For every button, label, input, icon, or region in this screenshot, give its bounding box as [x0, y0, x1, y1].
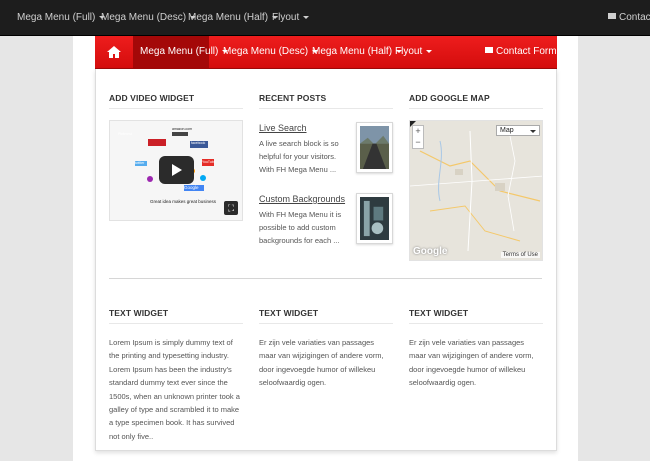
top-navbar: Mega Menu (Full) Mega Menu (Desc) Mega M…: [0, 0, 650, 36]
facebook-label: facebook: [191, 141, 206, 145]
text-widget-title: TEXT WIDGET: [409, 308, 469, 318]
menu-item-mega-desc[interactable]: Mega Menu (Desc): [223, 46, 319, 57]
map-tiles: [410, 121, 542, 252]
title-underline: [409, 323, 543, 324]
map-type-select[interactable]: Map: [496, 125, 540, 136]
envelope-icon: [485, 47, 493, 54]
fullscreen-icon[interactable]: ⛶: [224, 201, 238, 215]
caret-down-icon: [426, 49, 433, 53]
post-excerpt: With FH Mega Menu it is possible to add …: [259, 210, 342, 245]
post-link-custom-backgrounds[interactable]: Custom Backgrounds: [259, 194, 345, 204]
post-excerpt: A live search block is so helpful for yo…: [259, 139, 339, 174]
twitter-label: twitter: [135, 161, 145, 165]
caret-down-icon: [303, 15, 310, 19]
home-icon: [107, 46, 121, 58]
caret-down-icon: [560, 49, 567, 53]
title-underline: [259, 323, 393, 324]
play-icon[interactable]: [159, 156, 194, 184]
text-widget-body: Er zijn vele variaties van passages maar…: [409, 338, 534, 388]
pinterest-label: Pinterest: [118, 132, 132, 136]
map-type-label: Map: [500, 127, 514, 134]
menu-item-contact-form[interactable]: Contact Form: [485, 46, 567, 57]
post-thumbnail-background[interactable]: [356, 193, 393, 244]
menu-label: Flyout: [395, 46, 423, 57]
post-link-live-search[interactable]: Live Search: [259, 123, 307, 133]
menu-label: Mega Menu (Full): [140, 46, 219, 57]
panel-divider: [109, 278, 542, 279]
menu-item-flyout[interactable]: Flyout: [395, 46, 433, 57]
title-underline: [259, 108, 393, 109]
menu-label: Mega Menu (Desc): [223, 46, 309, 57]
text-widget-body: Er zijn vele variaties van passages maar…: [259, 338, 384, 388]
top-nav-label: Mega Menu (Half): [188, 12, 269, 23]
map-terms-link[interactable]: Terms of Use: [500, 252, 540, 258]
menu-item-mega-half[interactable]: Mega Menu (Half): [312, 46, 403, 57]
top-nav-label: Contact F: [619, 12, 650, 23]
main-menu-bar: Mega Menu (Full) Mega Menu (Desc) Mega M…: [95, 36, 567, 69]
text-widget-body: Lorem Ipsum is simply dummy text of the …: [109, 338, 240, 441]
road-image: [360, 126, 389, 169]
title-underline: [409, 108, 543, 109]
youtube-label: YouTube: [202, 160, 216, 164]
text-widget-title: TEXT WIDGET: [109, 308, 169, 318]
top-nav-mega-desc[interactable]: Mega Menu (Desc): [101, 12, 197, 23]
google-label: Google: [184, 185, 199, 190]
top-nav-label: Mega Menu (Desc): [101, 12, 187, 23]
menu-item-mega-full[interactable]: Mega Menu (Full): [140, 46, 229, 57]
top-nav-mega-full[interactable]: Mega Menu (Full): [17, 12, 106, 23]
recent-posts-title: RECENT POSTS: [259, 93, 327, 103]
post-thumbnail-road[interactable]: [356, 122, 393, 173]
menu-label: Contact Form: [496, 46, 557, 57]
video-caption: Great idea makes great business: [150, 199, 217, 204]
google-map-title: ADD GOOGLE MAP: [409, 93, 490, 103]
top-nav-label: Mega Menu (Full): [17, 12, 96, 23]
home-button[interactable]: [95, 36, 133, 68]
video-widget-title: ADD VIDEO WIDGET: [109, 93, 195, 103]
google-logo: Google: [413, 246, 448, 257]
text-widget-title: TEXT WIDGET: [259, 308, 319, 318]
top-nav-contact[interactable]: Contact F: [608, 12, 650, 23]
envelope-icon: [608, 13, 616, 20]
menu-label: Mega Menu (Half): [312, 46, 393, 57]
background-image: [360, 197, 389, 240]
top-nav-mega-half[interactable]: Mega Menu (Half): [188, 12, 279, 23]
top-nav-flyout[interactable]: Flyout: [272, 12, 310, 23]
caret-down-icon: [530, 130, 536, 133]
amazon-label: amazon.com: [172, 127, 193, 131]
title-underline: [109, 108, 243, 109]
title-underline: [109, 323, 243, 324]
map-zoom-control[interactable]: + −: [412, 125, 424, 149]
video-player[interactable]: Pinterest amazon.com facebook YouTube tw…: [109, 120, 243, 221]
google-map[interactable]: + − Map Google Terms of Use: [409, 120, 543, 261]
top-nav-label: Flyout: [272, 12, 300, 23]
